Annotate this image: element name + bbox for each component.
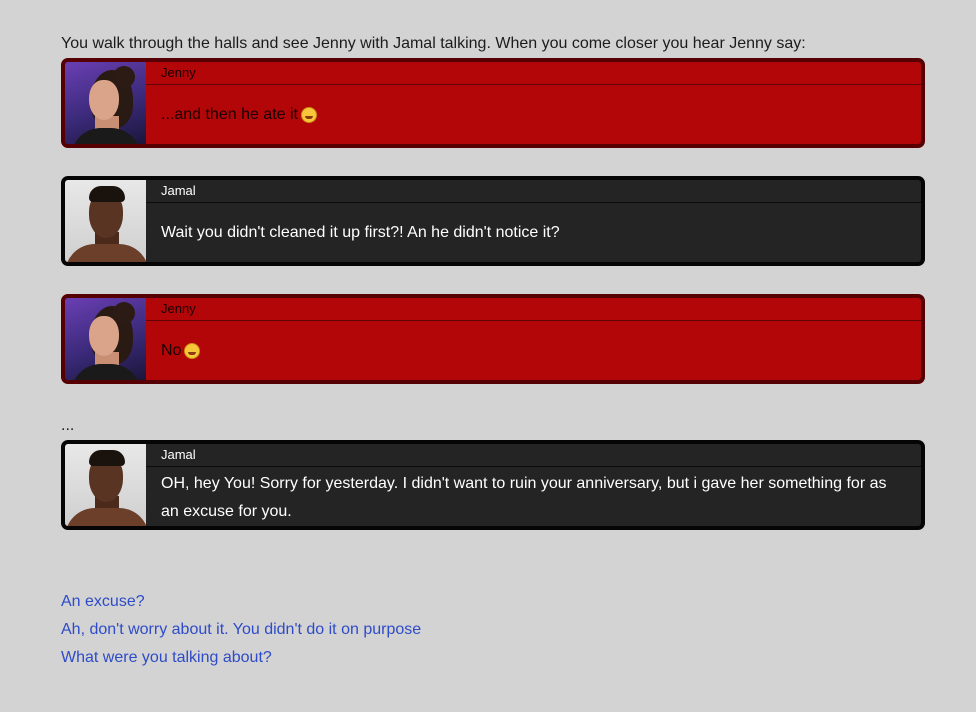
jamal-avatar (65, 444, 146, 526)
story-screen: You walk through the halls and see Jenny… (0, 0, 976, 712)
choice-an-excuse[interactable]: An excuse? (61, 588, 421, 616)
grinning-sweat-emoji-icon (301, 106, 317, 123)
message-jenny-2: Jenny No (61, 294, 925, 384)
narration-intro: You walk through the halls and see Jenny… (61, 35, 806, 52)
message-jamal-2: Jamal OH, hey You! Sorry for yesterday. … (61, 440, 925, 530)
smirk-emoji-icon (184, 342, 201, 359)
narration-ellipsis: ... (61, 417, 75, 434)
message-text: No (161, 341, 182, 359)
message-text-wrap: ...and then he ate it (146, 85, 921, 144)
choice-list: An excuse? Ah, don't worry about it. You… (61, 588, 421, 672)
message-text: ...and then he ate it (161, 105, 298, 123)
message-text: Wait you didn't cleaned it up first?! An… (161, 223, 560, 241)
message-jamal-1: Jamal Wait you didn't cleaned it up firs… (61, 176, 925, 266)
speaker-name: Jenny (146, 62, 921, 85)
speaker-name: Jamal (146, 444, 921, 467)
jenny-avatar (65, 298, 146, 380)
speaker-name: Jamal (146, 180, 921, 203)
choice-dont-worry[interactable]: Ah, don't worry about it. You didn't do … (61, 616, 421, 644)
choice-what-talking[interactable]: What were you talking about? (61, 644, 421, 672)
message-jenny-1: Jenny ...and then he ate it (61, 58, 925, 148)
jenny-avatar (65, 62, 146, 144)
message-text: OH, hey You! Sorry for yesterday. I didn… (161, 474, 887, 520)
message-text-wrap: No (146, 321, 921, 380)
jamal-avatar (65, 180, 146, 262)
speaker-name: Jenny (146, 298, 921, 321)
